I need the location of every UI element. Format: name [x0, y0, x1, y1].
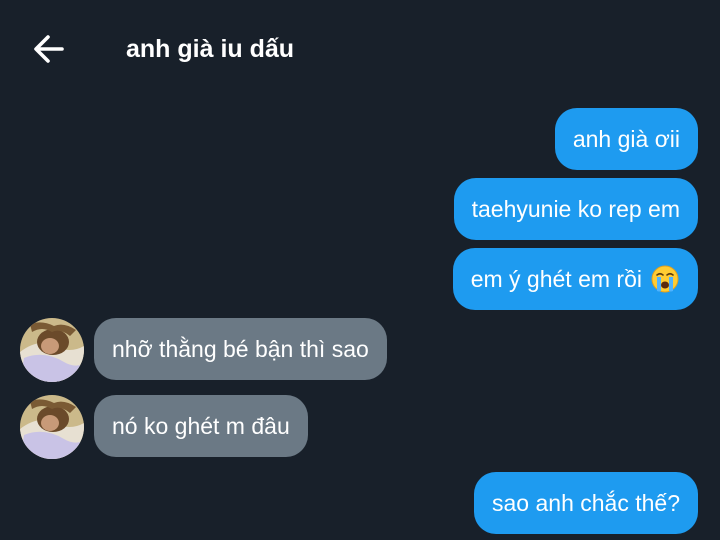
message-text: em ý ghét em rồi	[470, 265, 642, 292]
back-button[interactable]	[30, 31, 68, 67]
outgoing-message-bubble[interactable]: sao anh chắc thế?	[474, 472, 698, 534]
message-text: taehyunie ko rep em	[471, 195, 680, 222]
conversation-header: anh già iu dấu	[0, 0, 720, 96]
incoming-message-bubble[interactable]: nó ko ghét m đâu	[94, 395, 308, 457]
loudly-crying-face-icon	[650, 264, 680, 294]
message-text: nhỡ thằng bé bận thì sao	[112, 335, 369, 362]
incoming-message-bubble[interactable]: nhỡ thằng bé bận thì sao	[94, 318, 387, 380]
message-text: anh già ơii	[572, 125, 680, 152]
message-text: sao anh chắc thế?	[492, 489, 680, 516]
avatar[interactable]	[20, 318, 84, 382]
message-text: nó ko ghét m đâu	[112, 412, 290, 439]
conversation-title: anh già iu dấu	[126, 35, 295, 63]
outgoing-message-bubble[interactable]: taehyunie ko rep em	[453, 178, 698, 240]
outgoing-message-bubble[interactable]: em ý ghét em rồi	[452, 248, 698, 310]
outgoing-message-bubble[interactable]: anh già ơii	[554, 108, 698, 170]
arrow-left-icon	[34, 35, 64, 63]
avatar[interactable]	[20, 395, 84, 459]
